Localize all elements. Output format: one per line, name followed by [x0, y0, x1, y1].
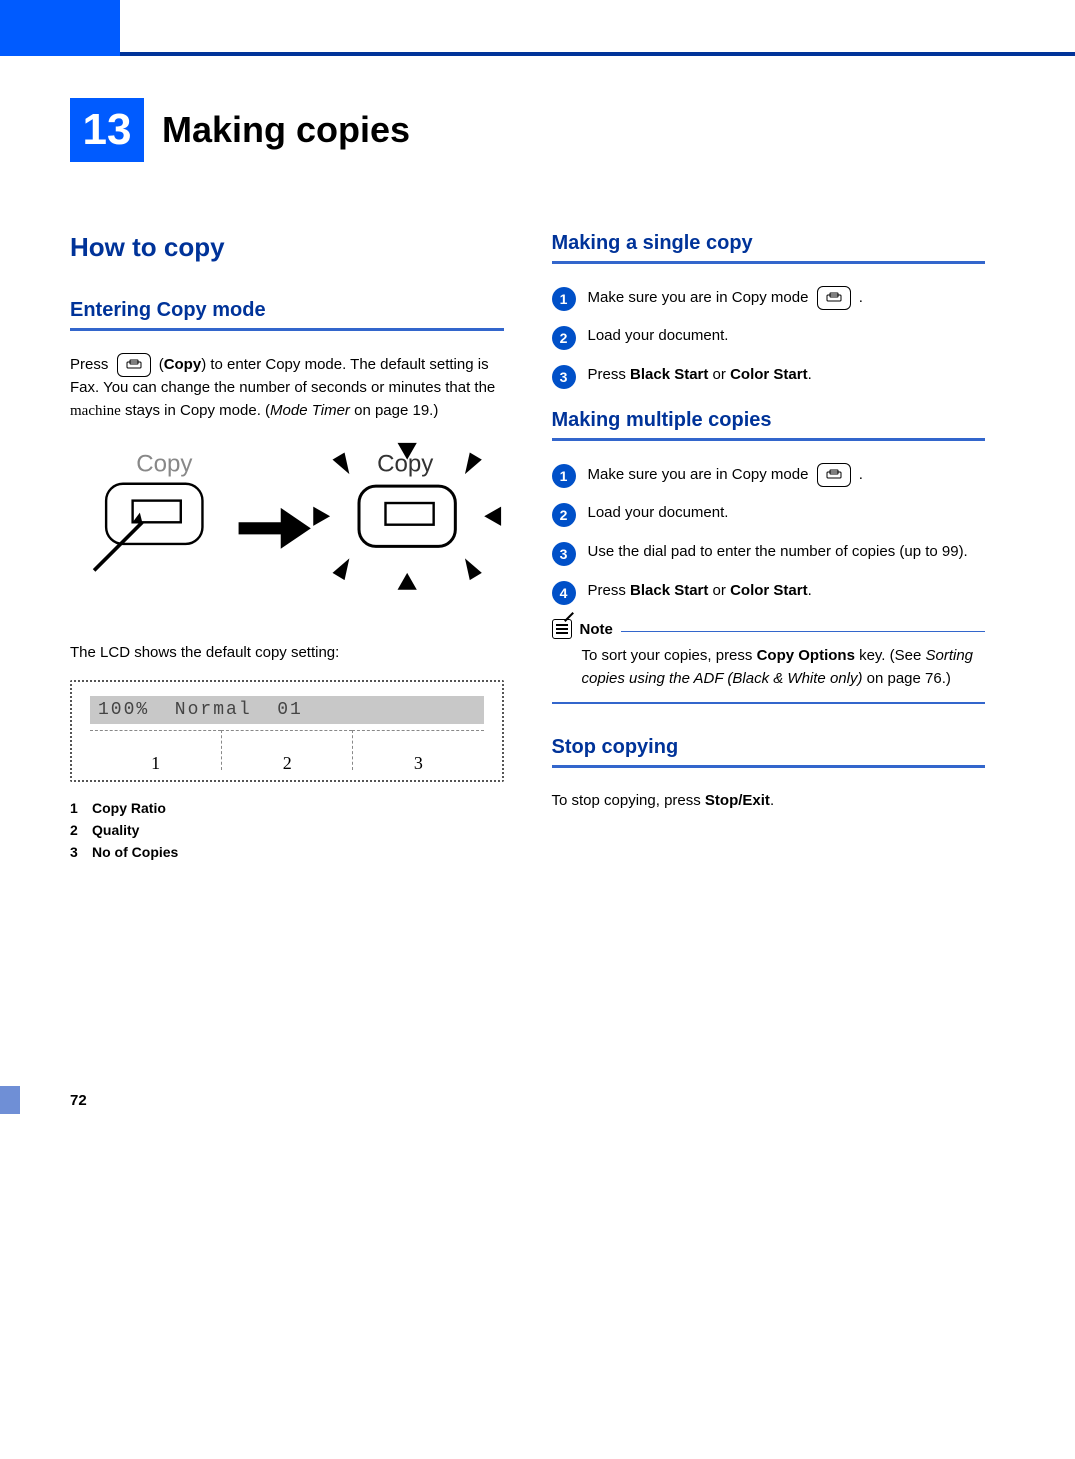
step-bullet-1: 1 [552, 464, 576, 488]
text: on page 19.) [350, 402, 438, 419]
text: key. (See [855, 647, 926, 664]
left-column: How to copy Entering Copy mode Press (Co… [70, 232, 504, 866]
text: Press [588, 366, 631, 383]
callout-1: 1 [151, 753, 160, 774]
multi-step-4: 4 Press Black Start or Color Start. [552, 580, 986, 605]
copy-label-left: Copy [136, 451, 192, 478]
right-column: Making a single copy 1 Make sure you are… [552, 232, 986, 866]
single-step-3: 3 Press Black Start or Color Start. [552, 364, 986, 389]
step-bullet-2: 2 [552, 326, 576, 350]
text: Make sure you are in Copy mode [588, 289, 813, 306]
page-content: 13 Making copies How to copy Entering Co… [0, 56, 1075, 866]
text: Make sure you are in Copy mode [588, 466, 813, 483]
legend-1: 1Copy Ratio [70, 800, 504, 816]
lcd-intro-text: The LCD shows the default copy setting: [70, 642, 504, 665]
copy-options: Copy Options [757, 647, 855, 664]
text: To sort your copies, press [582, 647, 757, 664]
how-to-copy-heading: How to copy [70, 232, 504, 263]
callout-2: 2 [283, 753, 292, 774]
text: Press [588, 582, 631, 599]
page-number: 72 [20, 1092, 87, 1109]
text: Load your document. [588, 502, 729, 525]
chapter-number: 13 [70, 98, 144, 162]
text: or [708, 366, 730, 383]
note-body: To sort your copies, press Copy Options … [552, 645, 986, 690]
step-bullet-1: 1 [552, 287, 576, 311]
top-blue-box [0, 0, 120, 56]
multi-step-3: 3 Use the dial pad to enter the number o… [552, 541, 986, 566]
entering-copy-mode-heading: Entering Copy mode [70, 299, 504, 322]
note-header: Note [552, 619, 986, 639]
lcd-diagram: 100% Normal 01 1 2 3 [70, 680, 504, 782]
heading-rule [70, 328, 504, 331]
single-step-2: 2 Load your document. [552, 325, 986, 350]
top-rule [120, 52, 1075, 56]
text: . [859, 289, 863, 306]
black-start: Black Start [630, 582, 708, 599]
copy-label: Copy [164, 356, 202, 373]
text: . [859, 466, 863, 483]
single-step-1: 1 Make sure you are in Copy mode . [552, 286, 986, 311]
top-strip [0, 0, 1075, 56]
single-copy-heading: Making a single copy [552, 232, 986, 255]
text: . [808, 366, 812, 383]
callout-3: 3 [414, 753, 423, 774]
black-start: Black Start [630, 366, 708, 383]
text: or [708, 582, 730, 599]
copy-button-icon [817, 286, 851, 310]
chapter-title: Making copies [162, 109, 410, 151]
multi-copy-heading: Making multiple copies [552, 409, 986, 432]
stop-copying-heading: Stop copying [552, 736, 986, 759]
legend-2: 2Quality [70, 822, 504, 838]
entering-copy-mode-body: Press (Copy) to enter Copy mode. The def… [70, 353, 504, 422]
legend-3: 3No of Copies [70, 844, 504, 860]
heading-rule [552, 765, 986, 768]
heading-rule [552, 261, 986, 264]
text: stays in Copy mode. ( [121, 402, 270, 419]
multi-step-1: 1 Make sure you are in Copy mode . [552, 463, 986, 488]
text: . [770, 792, 774, 809]
color-start: Color Start [730, 582, 808, 599]
color-start: Color Start [730, 366, 808, 383]
text: . [808, 582, 812, 599]
multi-step-2: 2 Load your document. [552, 502, 986, 527]
note-title: Note [580, 621, 613, 638]
text: on page 76.) [862, 670, 950, 687]
note-box: Note To sort your copies, press Copy Opt… [552, 619, 986, 704]
mode-timer-ref: Mode Timer [270, 402, 350, 419]
step-bullet-4: 4 [552, 581, 576, 605]
chapter-header: 13 Making copies [70, 98, 985, 162]
lcd-callouts: 1 2 3 [90, 730, 484, 770]
footer: 72 [0, 1086, 1075, 1114]
text-machine: machine [70, 403, 121, 419]
footer-blue-tab [0, 1086, 20, 1114]
text: Use the dial pad to enter the number of … [588, 541, 968, 564]
step-bullet-3: 3 [552, 365, 576, 389]
step-bullet-2: 2 [552, 503, 576, 527]
text: Press [70, 356, 113, 373]
copy-button-icon [117, 353, 151, 377]
copy-mode-illustration: Copy Copy [70, 438, 504, 624]
text: Load your document. [588, 325, 729, 348]
note-rule [621, 631, 985, 632]
text: To stop copying, press [552, 792, 705, 809]
lcd-legend: 1Copy Ratio 2Quality 3No of Copies [70, 800, 504, 860]
note-icon [552, 619, 572, 639]
step-bullet-3: 3 [552, 542, 576, 566]
heading-rule [552, 438, 986, 441]
stop-exit: Stop/Exit [705, 792, 770, 809]
stop-copying-body: To stop copying, press Stop/Exit. [552, 790, 986, 813]
two-columns: How to copy Entering Copy mode Press (Co… [70, 232, 985, 866]
lcd-display-text: 100% Normal 01 [90, 696, 484, 724]
copy-button-icon [817, 463, 851, 487]
